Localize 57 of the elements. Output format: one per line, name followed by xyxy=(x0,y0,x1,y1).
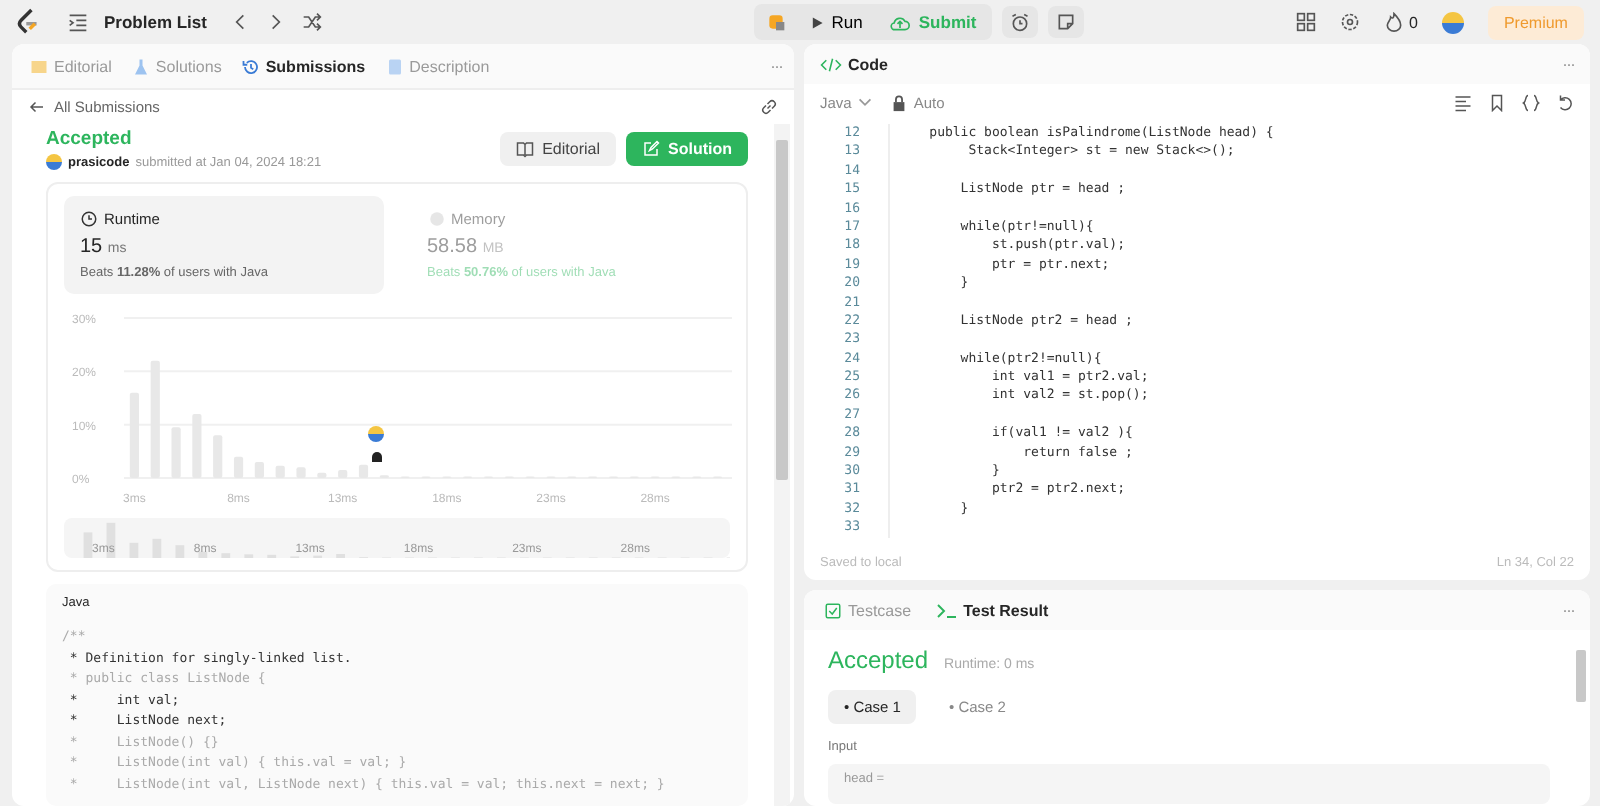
panel-tab[interactable]: Testcase xyxy=(820,601,916,619)
scrollbar[interactable] xyxy=(774,124,790,806)
play-icon xyxy=(809,15,824,29)
history-icon xyxy=(241,57,260,75)
user-position-dot xyxy=(371,452,382,462)
alarm-clock-icon xyxy=(1010,12,1031,32)
panel-tab[interactable]: Test Result xyxy=(931,601,1053,619)
debug-icon[interactable] xyxy=(765,12,786,32)
notes-button[interactable] xyxy=(1048,6,1085,38)
link-icon[interactable] xyxy=(760,98,778,116)
flask-icon xyxy=(131,57,150,75)
logo-icon[interactable] xyxy=(16,8,40,36)
more-menu[interactable]: ··· xyxy=(1562,54,1574,74)
submission-status: Accepted xyxy=(46,128,134,150)
solution-button[interactable]: Solution xyxy=(626,132,748,166)
submit-button[interactable]: Submit xyxy=(886,8,981,36)
arrow-left-icon xyxy=(28,98,46,116)
bookmark-icon[interactable] xyxy=(1488,93,1506,111)
code-icon xyxy=(820,55,842,73)
panel-tab[interactable]: Description xyxy=(379,53,496,79)
avatar xyxy=(46,154,62,170)
book-icon xyxy=(30,57,48,75)
more-menu[interactable]: ··· xyxy=(1562,600,1574,620)
reset-icon[interactable] xyxy=(1556,93,1574,111)
note-icon xyxy=(1056,12,1077,32)
shuffle-icon[interactable] xyxy=(302,12,323,32)
user-marker xyxy=(367,426,384,442)
panel-title: Code xyxy=(820,55,888,73)
avatar[interactable] xyxy=(1441,11,1464,33)
lock-icon xyxy=(889,93,908,111)
checkbox-icon xyxy=(824,601,842,619)
panel-tab[interactable]: Editorial xyxy=(24,53,118,79)
list-icon[interactable] xyxy=(68,12,88,32)
streak-counter[interactable]: 0 xyxy=(1383,12,1418,32)
grid-icon[interactable] xyxy=(1295,12,1316,32)
book-icon xyxy=(516,140,535,158)
cloud-upload-icon xyxy=(890,13,911,31)
edit-icon xyxy=(642,140,660,158)
panel-tab[interactable]: Solutions xyxy=(125,53,228,79)
problem-list-link[interactable]: Problem List xyxy=(104,12,207,32)
premium-button[interactable]: Premium xyxy=(1487,5,1584,39)
editorial-button[interactable]: Editorial xyxy=(500,132,616,166)
run-button[interactable]: Run xyxy=(805,8,867,36)
terminal-icon xyxy=(935,601,958,619)
document-icon xyxy=(385,57,404,75)
result-status: Accepted xyxy=(828,646,929,674)
bar xyxy=(358,464,369,478)
chip-icon xyxy=(427,210,445,228)
more-menu[interactable]: ··· xyxy=(770,56,782,76)
panel-tab[interactable]: Submissions xyxy=(235,53,372,79)
braces-icon[interactable] xyxy=(1522,93,1540,111)
format-icon[interactable] xyxy=(1454,93,1472,111)
settings-icon[interactable] xyxy=(1339,12,1360,32)
flame-icon xyxy=(1383,12,1404,32)
clock-icon xyxy=(80,210,98,228)
alarm-button[interactable] xyxy=(1002,6,1039,38)
chevron-down-icon xyxy=(855,93,874,111)
